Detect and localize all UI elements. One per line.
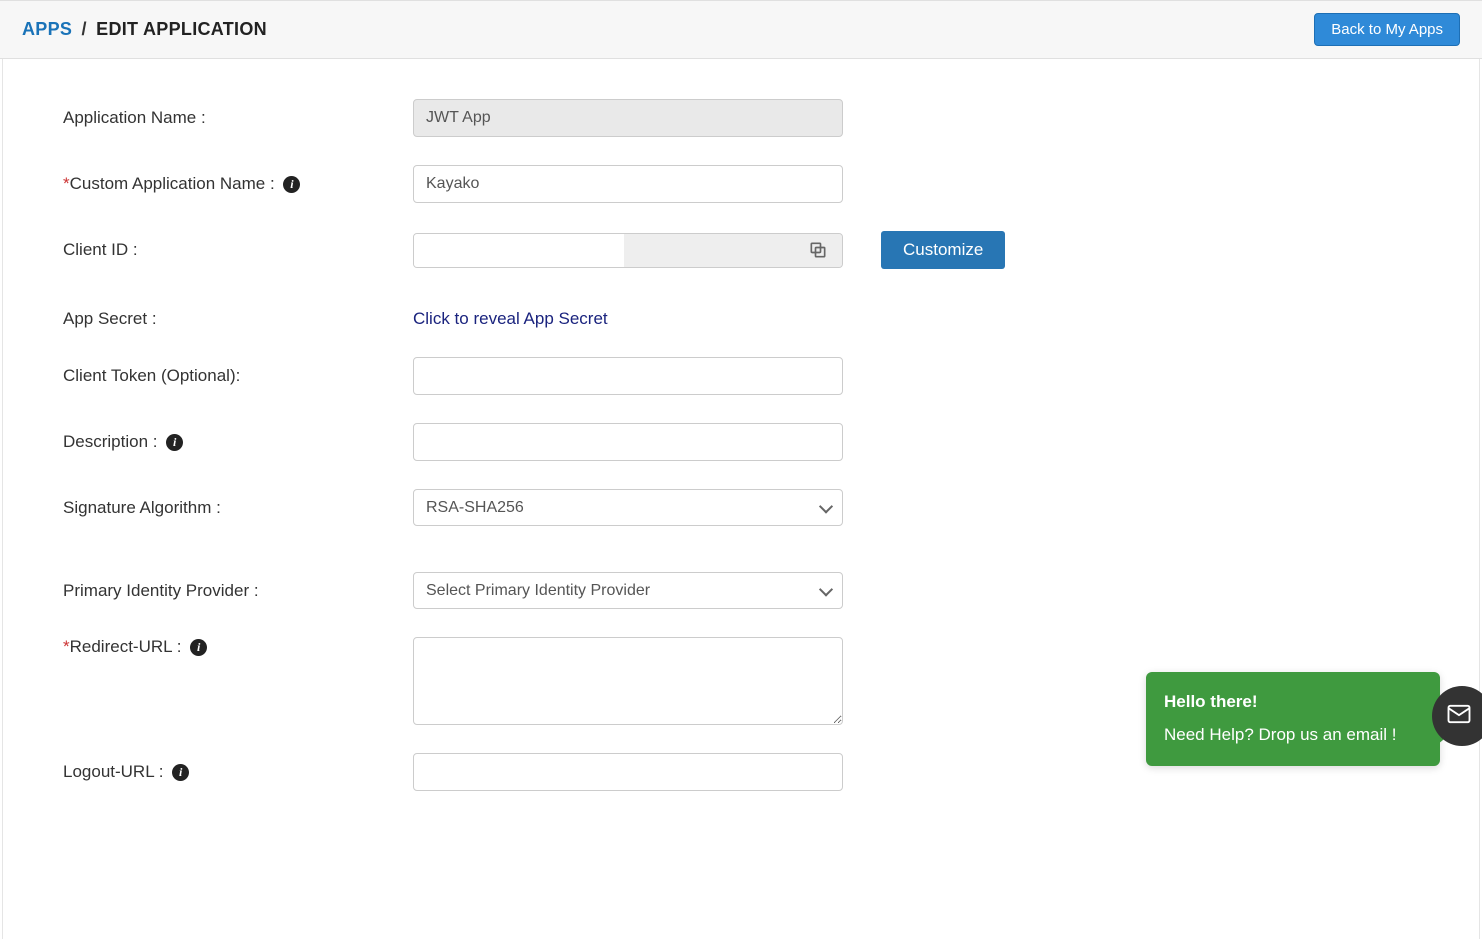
row-signature-algo: Signature Algorithm : RSA-SHA256 [53,489,1429,526]
select-signature-algo[interactable]: RSA-SHA256 [413,489,843,526]
input-logout-url[interactable] [413,753,843,791]
label-logout-url-text: Logout-URL : [63,762,163,781]
required-marker: * [63,174,70,193]
label-client-id: Client ID : [53,240,413,260]
breadcrumb-apps-link[interactable]: APPS [22,19,72,39]
label-signature-algo: Signature Algorithm : [53,498,413,518]
label-redirect-url: *Redirect-URL : i [53,637,413,657]
mail-icon [1451,700,1473,733]
row-client-id: Client ID : Customize [53,231,1429,269]
input-client-token[interactable] [413,357,843,395]
row-app-name: Application Name : [53,99,1429,137]
back-to-apps-button[interactable]: Back to My Apps [1314,13,1460,46]
select-primary-idp[interactable]: Select Primary Identity Provider [413,572,843,609]
breadcrumb-separator: / [82,19,87,39]
row-description: Description : i [53,423,1429,461]
copy-icon [808,240,828,260]
row-custom-name: *Custom Application Name : i [53,165,1429,203]
row-app-secret: App Secret : Click to reveal App Secret [53,309,1429,329]
label-app-secret: App Secret : [53,309,413,329]
breadcrumb-current: EDIT APPLICATION [96,19,267,39]
info-icon[interactable]: i [283,176,300,193]
info-icon[interactable]: i [190,639,207,656]
input-description[interactable] [413,423,843,461]
breadcrumb: APPS / EDIT APPLICATION [22,19,267,40]
reveal-secret-link[interactable]: Click to reveal App Secret [413,309,608,329]
row-primary-idp: Primary Identity Provider : Select Prima… [53,572,1429,609]
label-app-name: Application Name : [53,108,413,128]
label-custom-name-text: Custom Application Name : [70,174,275,193]
input-client-id [414,234,624,267]
textarea-redirect-url[interactable] [413,637,843,725]
page-header: APPS / EDIT APPLICATION Back to My Apps [0,0,1482,59]
label-redirect-url-text: Redirect-URL : [70,637,182,656]
form-content: Application Name : *Custom Application N… [2,59,1480,939]
copy-client-id-button[interactable] [624,234,842,267]
help-widget[interactable]: Hello there! Need Help? Drop us an email… [1146,672,1440,766]
help-widget-title: Hello there! [1164,688,1422,717]
label-description-text: Description : [63,432,157,451]
label-logout-url: Logout-URL : i [53,762,413,782]
help-widget-message: Need Help? Drop us an email ! [1164,721,1422,750]
label-client-token: Client Token (Optional): [53,366,413,386]
info-icon[interactable]: i [166,434,183,451]
info-icon[interactable]: i [172,764,189,781]
label-custom-name: *Custom Application Name : i [53,174,413,194]
required-marker: * [63,637,70,656]
label-primary-idp: Primary Identity Provider : [53,581,413,601]
row-client-token: Client Token (Optional): [53,357,1429,395]
input-custom-name[interactable] [413,165,843,203]
client-id-group [413,233,843,268]
label-description: Description : i [53,432,413,452]
input-app-name [413,99,843,137]
customize-button[interactable]: Customize [881,231,1005,269]
